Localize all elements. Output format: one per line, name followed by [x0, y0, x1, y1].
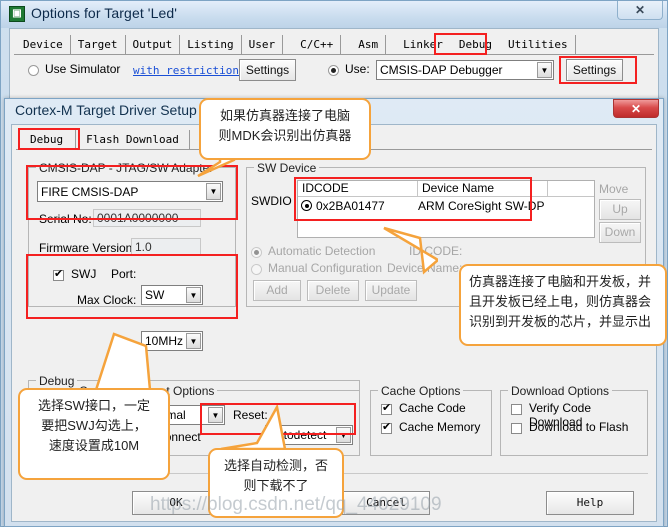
keil-target-icon: ▣	[9, 6, 25, 22]
debugger-select-value: CMSIS-DAP Debugger	[380, 63, 503, 77]
move-up-button[interactable]: Up	[599, 199, 641, 220]
tab-target[interactable]: Target	[71, 35, 126, 54]
cache-memory-label: Cache Memory	[399, 420, 481, 434]
callout-swj-line-1: 选择SW接口，一定	[38, 398, 150, 413]
download-options-legend: Download Options	[508, 384, 613, 398]
options-window-title: Options for Target 'Led'	[31, 5, 178, 21]
callout-reset: 选择自动检测，否 则下载不了	[208, 448, 344, 518]
debug-group-legend: Debug	[36, 374, 78, 388]
cache-options-legend: Cache Options	[378, 384, 464, 398]
tabstrip-underline	[14, 54, 654, 55]
serial-no-value: 0001A0000000	[93, 209, 201, 227]
download-options-group: Download Options Verify Code Download Do…	[500, 384, 648, 456]
cortex-close-button[interactable]: ✕	[613, 99, 659, 118]
chevron-down-icon[interactable]: ▼	[186, 333, 201, 349]
firmware-version-value: 1.0	[131, 238, 201, 256]
callout-adapter: 如果仿真器连接了电脑 则MDK会识别出仿真器	[199, 98, 371, 160]
tab-linker[interactable]: Linker	[396, 35, 450, 54]
swj-checkbox[interactable]	[53, 268, 64, 281]
close-button[interactable]: ✕	[617, 1, 663, 20]
cortex-window-title: Cortex-M Target Driver Setup	[15, 102, 197, 118]
callout-device-line-3: 识别到开发板的芯片，并显示出	[469, 314, 652, 330]
download-to-flash-label: Download to Flash	[529, 420, 629, 434]
swj-label: SWJ	[71, 267, 97, 281]
use-debugger-radio[interactable]	[328, 65, 339, 76]
adapter-select[interactable]: FIRE CMSIS-DAP ▼	[37, 181, 223, 202]
tab-device[interactable]: Device	[16, 35, 71, 54]
cortex-tabstrip: Debug Flash Download	[18, 130, 190, 149]
settings-left-button[interactable]: Settings	[239, 59, 296, 81]
callout-adapter-line-2: 则MDK会识别出仿真器	[218, 128, 352, 144]
chevron-down-icon[interactable]: ▼	[336, 427, 351, 443]
chevron-down-icon[interactable]: ▼	[186, 287, 201, 303]
max-clock-label: Max Clock:	[77, 293, 137, 307]
ok-button[interactable]: OK	[132, 491, 220, 515]
callout-swj-line-3: 速度设置成10M	[48, 438, 140, 454]
cache-code-label: Cache Code	[399, 401, 466, 415]
row-idcode-cell: 0x2BA01477	[298, 199, 418, 213]
tab-debug[interactable]: Debug	[450, 35, 501, 54]
sw-device-table-header: IDCODE Device Name	[298, 181, 594, 197]
use-simulator-label: Use Simulator	[45, 62, 121, 76]
tab-cortex-flash-download[interactable]: Flash Download	[76, 130, 190, 149]
row-idcode-value: 0x2BA01477	[316, 198, 385, 213]
debug-driver-row: Use Simulator with restrictions Settings…	[28, 59, 658, 83]
add-button[interactable]: Add	[253, 280, 301, 301]
column-idcode: IDCODE	[298, 181, 418, 196]
port-select[interactable]: SW ▼	[141, 285, 203, 305]
callout-reset-line-2: 则下载不了	[243, 478, 309, 494]
cancel-button[interactable]: Cancel	[342, 491, 430, 515]
use-label: Use:	[345, 62, 370, 76]
tab-output[interactable]: Output	[126, 35, 181, 54]
cache-code-checkbox[interactable]	[381, 402, 392, 415]
column-blank	[548, 181, 594, 196]
port-label: Port:	[111, 267, 137, 281]
automatic-detection-radio[interactable]	[251, 247, 262, 258]
verify-code-download-checkbox[interactable]	[511, 404, 522, 415]
move-down-button[interactable]: Down	[599, 222, 641, 243]
column-device-name: Device Name	[418, 181, 548, 196]
callout-device: 仿真器连接了电脑和开发板，并 且开发板已经上电，则仿真器会 识别到开发板的芯片，…	[459, 264, 667, 346]
manual-configuration-radio[interactable]	[251, 264, 262, 275]
settings-right-button[interactable]: Settings	[566, 59, 623, 81]
use-simulator-radio[interactable]	[28, 65, 39, 76]
with-restrictions-link[interactable]: with restrictions	[133, 64, 246, 77]
callout-swj-line-2: 要把SWJ勾选上，	[41, 418, 147, 434]
table-row[interactable]: 0x2BA01477 ARM CoreSight SW-DP	[298, 197, 594, 214]
debugger-select[interactable]: CMSIS-DAP Debugger ▼	[376, 60, 554, 80]
chevron-down-icon[interactable]: ▼	[537, 62, 552, 78]
swdio-label: SWDIO	[251, 194, 292, 208]
options-tabstrip: Device Target Output Listing User C/C++ …	[16, 35, 576, 54]
firmware-version-label: Firmware Version:	[39, 241, 136, 255]
tab-c-cpp[interactable]: C/C++	[293, 35, 342, 54]
callout-device-line-2: 且开发板已经上电，则仿真器会	[469, 294, 652, 310]
serial-no-label: Serial No:	[39, 212, 92, 226]
help-button[interactable]: Help	[546, 491, 634, 515]
tab-asm[interactable]: Asm	[351, 35, 387, 54]
tab-utilities[interactable]: Utilities	[501, 35, 576, 54]
cmsis-dap-adapter-group: CMSIS-DAP - JTAG/SW Adapter FIRE CMSIS-D…	[28, 161, 236, 351]
callout-reset-line-1: 选择自动检测，否	[223, 458, 328, 473]
tab-user[interactable]: User	[242, 35, 284, 54]
options-titlebar: ▣ Options for Target 'Led' ✕	[1, 1, 667, 28]
callout-device-tail	[328, 222, 438, 292]
row-device-name-value: ARM CoreSight SW-DP	[418, 198, 545, 213]
tab-listing[interactable]: Listing	[180, 35, 242, 54]
callout-device-line-1: 仿真器连接了电脑和开发板，并	[469, 274, 652, 289]
callout-adapter-line-1: 如果仿真器连接了电脑	[219, 108, 350, 123]
download-to-flash-checkbox[interactable]	[511, 423, 522, 434]
selected-device-icon	[301, 200, 312, 211]
cache-memory-checkbox[interactable]	[381, 421, 392, 434]
move-label: Move	[599, 182, 629, 196]
tab-cortex-debug[interactable]: Debug	[18, 130, 77, 149]
adapter-group-legend: CMSIS-DAP - JTAG/SW Adapter	[36, 161, 217, 175]
adapter-select-value: FIRE CMSIS-DAP	[41, 185, 139, 199]
port-select-value: SW	[145, 288, 165, 302]
chevron-down-icon[interactable]: ▼	[206, 183, 221, 200]
cache-options-group: Cache Options Cache Code Cache Memory	[370, 384, 492, 456]
callout-swj: 选择SW接口，一定 要把SWJ勾选上， 速度设置成10M	[18, 388, 170, 480]
